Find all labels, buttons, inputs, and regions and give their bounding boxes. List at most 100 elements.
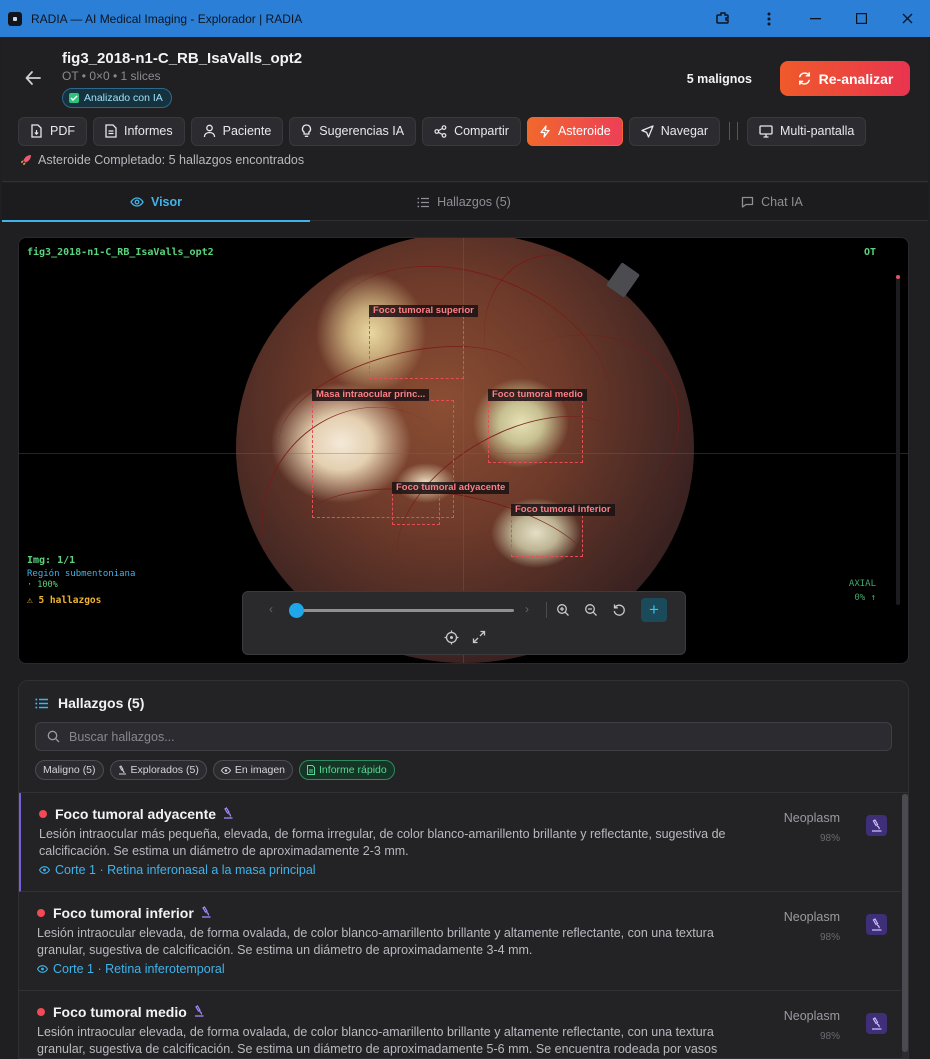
view-tabs: Visor Hallazgos (5) Chat IA [2, 183, 928, 222]
extensions-icon[interactable] [700, 0, 746, 37]
chat-icon [742, 196, 754, 208]
minimize-button[interactable] [792, 0, 838, 37]
informes-button[interactable]: Informes [93, 116, 185, 146]
toolbar-separator [729, 122, 731, 140]
reset-rotate-icon[interactable] [610, 601, 628, 619]
file-download-icon [31, 124, 42, 138]
tab-visor[interactable]: Visor [2, 183, 310, 222]
findings-header: Hallazgos (5) [35, 695, 144, 711]
finding-title: Foco tumoral adyacente [55, 806, 217, 822]
ai-badge-label: Analizado con IA [84, 92, 163, 104]
slice-slider-track[interactable] [296, 609, 514, 612]
finding-location: Corte 1 · Retina inferotemporal [53, 962, 225, 976]
finding-type: Neoplasm [783, 811, 840, 825]
action-toolbar: PDF Informes Paciente Sugerencias IA Com… [18, 116, 867, 146]
finding-title: Foco tumoral medio [53, 1004, 187, 1020]
explore-microscope-button[interactable] [866, 914, 887, 935]
malignant-count: 5 malignos [686, 72, 752, 86]
finding-box[interactable]: Foco tumoral inferior [511, 504, 615, 557]
maximize-button[interactable] [838, 0, 884, 37]
finding-box-label: Foco tumoral inferior [511, 504, 615, 516]
findings-scrollbar[interactable] [902, 794, 908, 1058]
chip-explorados[interactable]: Explorados (5) [109, 760, 207, 780]
multi-pantalla-button[interactable]: Multi-pantalla [747, 116, 867, 146]
viewer-control-panel: ‹ › + [242, 591, 686, 655]
malignant-dot [37, 1008, 45, 1016]
tab-chat-ia[interactable]: Chat IA [618, 183, 926, 221]
navegar-button[interactable]: Navegar [628, 116, 721, 146]
crosshair-icon[interactable] [442, 628, 460, 646]
multi-pantalla-label: Multi-pantalla [780, 124, 855, 138]
finding-description: Lesión intraocular elevada, de forma ova… [37, 1025, 718, 1056]
file-title: fig3_2018-n1-C_RB_IsaValls_opt2 [62, 50, 303, 67]
chip-en-imagen[interactable]: En imagen [212, 760, 294, 780]
overlay-info: Img: 1/1 Región submentoniana · 100% ⚠ 5… [27, 555, 135, 606]
tab-visor-label: Visor [150, 195, 183, 209]
chevron-right-icon[interactable]: › [525, 602, 529, 616]
monitor-icon [759, 124, 773, 138]
chevron-left-icon[interactable]: ‹ [269, 602, 273, 616]
finding-name: Foco tumoral medio [53, 1004, 205, 1020]
list-icon [35, 698, 48, 708]
finding-confidence: 98% [819, 932, 840, 943]
back-arrow-icon[interactable] [24, 69, 46, 91]
malignant-dot [37, 909, 45, 917]
compartir-button[interactable]: Compartir [422, 116, 521, 146]
eye-icon [220, 766, 231, 774]
ai-analyzed-badge: Analizado con IA [62, 88, 172, 108]
add-annotation-button[interactable]: + [641, 598, 667, 622]
explore-microscope-button[interactable] [866, 815, 887, 836]
overlay-findings-count: ⚠ 5 hallazgos [27, 595, 102, 606]
asteroide-label: Asteroide [557, 124, 611, 138]
search-icon [47, 730, 60, 743]
findings-panel: Hallazgos (5) Maligno (5) Explorados (5)… [18, 680, 909, 1059]
search-input[interactable] [69, 729, 849, 744]
tab-hallazgos[interactable]: Hallazgos (5) [310, 183, 618, 221]
navegar-label: Navegar [660, 124, 709, 138]
finding-box-label: Foco tumoral medio [488, 389, 587, 401]
finding-box[interactable]: Foco tumoral adyacente [392, 482, 510, 525]
app-icon [8, 11, 22, 26]
window-titlebar: RADIA — AI Medical Imaging - Explorador … [0, 0, 930, 37]
finding-box[interactable]: Foco tumoral medio [488, 389, 587, 463]
control-separator [546, 602, 547, 618]
asteroide-button[interactable]: Asteroide [526, 116, 623, 146]
reanalyze-button[interactable]: Re-analizar [780, 61, 910, 96]
zoom-in-icon[interactable] [554, 601, 572, 619]
tab-hallazgos-label: Hallazgos (5) [437, 195, 511, 209]
zoom-out-icon[interactable] [582, 601, 600, 619]
overlay-orientation: AXIAL 0% ↑ [849, 579, 876, 603]
finding-item[interactable]: Foco tumoral medio Lesión intraocular el… [19, 991, 901, 1058]
slice-scrollbar[interactable] [896, 275, 900, 605]
finding-item[interactable]: Foco tumoral inferior Lesión intraocular… [19, 892, 901, 991]
sugerencias-label: Sugerencias IA [319, 124, 405, 138]
chip-informe-rapido[interactable]: Informe rápido [299, 760, 395, 780]
slice-slider-thumb[interactable] [289, 603, 304, 618]
explore-microscope-button[interactable] [866, 1013, 887, 1034]
paciente-button[interactable]: Paciente [190, 116, 284, 146]
more-menu-icon[interactable] [746, 0, 792, 37]
chip-maligno[interactable]: Maligno (5) [35, 760, 104, 780]
finding-box-label: Foco tumoral superior [369, 305, 478, 317]
finding-box[interactable]: Foco tumoral superior [369, 305, 478, 379]
overlay-plane: AXIAL [848, 579, 876, 589]
finding-location-link[interactable]: Corte 1 · Retina inferotemporal [37, 962, 225, 976]
overlay-region: Región submentoniana [27, 569, 136, 579]
chip-explorados-label: Explorados (5) [130, 764, 199, 776]
paciente-label: Paciente [222, 124, 272, 138]
finding-type: Neoplasm [783, 1009, 840, 1023]
findings-search[interactable] [35, 722, 892, 751]
overlay-position: 0% ↑ [854, 593, 876, 603]
user-icon [203, 124, 215, 138]
chip-maligno-label: Maligno (5) [43, 764, 96, 776]
pdf-button[interactable]: PDF [18, 116, 87, 146]
close-button[interactable] [884, 0, 930, 37]
crosshair-horizontal [19, 453, 908, 454]
image-viewer[interactable]: Foco tumoral superior Masa intraocular p… [18, 237, 909, 664]
microscope-icon [201, 905, 212, 921]
sugerencias-ia-button[interactable]: Sugerencias IA [289, 116, 417, 146]
finding-location-link[interactable]: Corte 1 · Retina inferonasal a la masa p… [39, 863, 316, 877]
finding-description: Lesión intraocular elevada, de forma ova… [37, 926, 714, 957]
fullscreen-icon[interactable] [470, 628, 488, 646]
finding-item[interactable]: Foco tumoral adyacente Lesión intraocula… [19, 793, 901, 892]
